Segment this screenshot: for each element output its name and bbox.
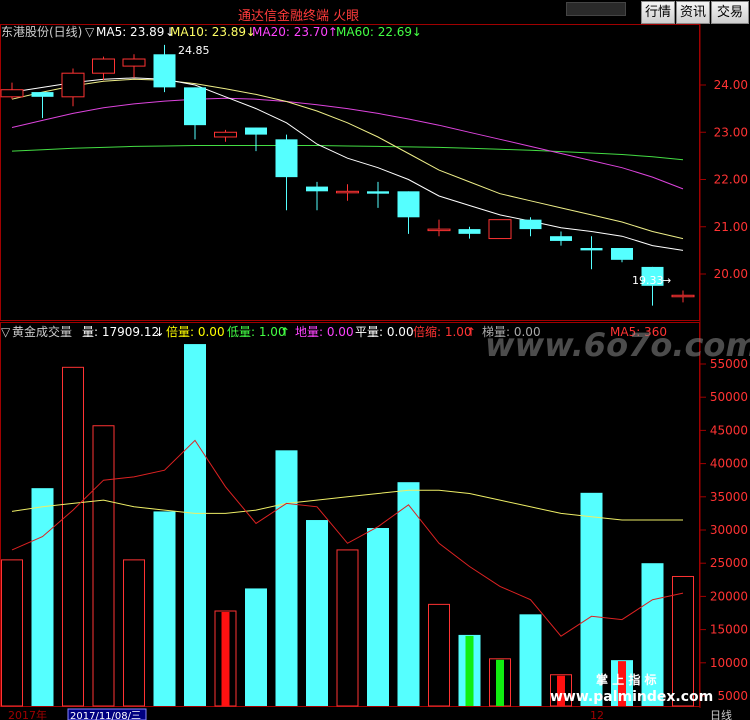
volume-indicator-name: 黄金成交量 bbox=[12, 324, 72, 339]
volume-tick-label: 50000 bbox=[710, 390, 748, 404]
candlestick bbox=[580, 236, 603, 270]
period-label[interactable]: 日线 bbox=[710, 708, 732, 720]
ma20-line bbox=[11, 97, 684, 190]
price-tick-label: 23.00 bbox=[714, 125, 748, 139]
volume-bar bbox=[519, 614, 542, 706]
price-axis: 24.00 23.00 22.00 21.00 20.00 bbox=[700, 78, 748, 281]
trend-arrow-icon: ↓ bbox=[412, 25, 422, 39]
candlestick bbox=[214, 129, 237, 142]
volume-bar bbox=[428, 603, 450, 707]
candlestick bbox=[488, 219, 512, 240]
ma60-line bbox=[11, 145, 684, 161]
trend-arrow-icon: ↑ bbox=[466, 325, 476, 339]
volume-indicator-label: 低量: 1.00 bbox=[227, 325, 286, 339]
low-price-label: 19.33 bbox=[632, 274, 664, 287]
volume-bar bbox=[1, 559, 23, 707]
price-tick-label: 22.00 bbox=[714, 173, 748, 187]
candlestick bbox=[306, 181, 328, 211]
candlestick bbox=[61, 68, 85, 107]
candlestick bbox=[31, 92, 54, 119]
watermark-bottom-url: www.palmindex.com bbox=[550, 689, 713, 705]
cursor-date: 2017/11/08/三 bbox=[70, 711, 141, 720]
price-indicators: MA5: 23.89 ↓MA10: 23.89 ↓MA20: 23.70 ↑MA60:… bbox=[96, 25, 422, 39]
candlesticks bbox=[0, 44, 695, 306]
volume-bar bbox=[336, 549, 359, 707]
watermark-bottom-cn: 掌 上 指 标 bbox=[596, 672, 657, 687]
candlestick bbox=[92, 56, 115, 81]
volume-bar bbox=[123, 559, 145, 707]
ma-selector-icon[interactable]: ▽ bbox=[85, 25, 95, 39]
volume-tick-label: 25000 bbox=[710, 556, 748, 570]
trend-arrow-icon: ↑ bbox=[280, 325, 290, 339]
candlestick bbox=[122, 54, 146, 78]
volume-bars bbox=[1, 344, 694, 707]
watermark-center: www.6o7o.com bbox=[485, 326, 750, 364]
volume-bar bbox=[245, 588, 267, 706]
volume-bar bbox=[62, 366, 84, 707]
price-indicator-label: MA10: 23.89 bbox=[170, 25, 246, 39]
volume-tick-label: 30000 bbox=[710, 523, 748, 537]
volume-tick-label: 5000 bbox=[717, 689, 748, 703]
volume-bar bbox=[306, 520, 328, 706]
bottom-month: 12 bbox=[590, 709, 604, 720]
volume-selector-icon[interactable]: ▽ bbox=[1, 325, 11, 339]
price-indicator-label: MA5: 23.89 bbox=[96, 25, 164, 39]
volume-bar bbox=[275, 450, 298, 706]
candlestick bbox=[458, 226, 481, 239]
volume-indicator-label: 倍量: 0.00 bbox=[166, 324, 225, 339]
candlestick bbox=[245, 127, 267, 152]
volume-tick-label: 15000 bbox=[710, 623, 748, 637]
volume-bar bbox=[458, 634, 481, 706]
volume-tick-label: 40000 bbox=[710, 457, 748, 471]
volume-bar bbox=[489, 658, 511, 707]
stock-chart[interactable]: 24.0023.0022.0021.0020.00 55000500004500… bbox=[0, 0, 750, 720]
candlestick bbox=[519, 217, 542, 237]
price-tick-label: 20.00 bbox=[714, 267, 748, 281]
candlestick bbox=[367, 181, 389, 208]
candlestick bbox=[184, 87, 206, 140]
high-price-label: 24.85 bbox=[178, 44, 210, 57]
volume-indicator-label: 平量: 0.00 bbox=[355, 325, 414, 339]
price-indicator-label: MA20: 23.70 bbox=[252, 25, 328, 39]
candlestick bbox=[671, 290, 695, 303]
moving-average-lines bbox=[11, 77, 684, 251]
candlestick bbox=[275, 134, 298, 211]
price-tick-label: 24.00 bbox=[714, 78, 748, 92]
ma5-line bbox=[11, 77, 684, 251]
volume-bar bbox=[214, 610, 237, 707]
volume-bar bbox=[184, 344, 206, 706]
volume-indicator-label: 量: 17909.12 bbox=[82, 325, 159, 339]
volume-indicator-label: 倍缩: 1.00 bbox=[413, 324, 472, 339]
volume-bar bbox=[672, 575, 694, 707]
candlestick bbox=[611, 248, 633, 263]
candlestick bbox=[550, 231, 572, 246]
volume-tick-label: 20000 bbox=[710, 589, 748, 603]
volume-bar bbox=[153, 511, 176, 706]
volume-bar bbox=[31, 488, 54, 706]
volume-bar bbox=[367, 528, 389, 706]
volume-tick-label: 10000 bbox=[710, 656, 748, 670]
volume-bar bbox=[397, 482, 420, 706]
volume-bar bbox=[92, 425, 115, 707]
volume-tick-label: 35000 bbox=[710, 490, 748, 504]
candlestick bbox=[397, 191, 420, 234]
bottom-year: 2017年 bbox=[8, 708, 47, 720]
trend-arrow-icon: ↓ bbox=[155, 325, 165, 339]
candlestick bbox=[153, 44, 176, 93]
volume-indicator-label: 地量: 0.00 bbox=[295, 325, 354, 339]
price-indicator-label: MA60: 22.69 bbox=[336, 25, 412, 39]
price-tick-label: 21.00 bbox=[714, 220, 748, 234]
stock-name: 东港股份(日线) bbox=[1, 25, 82, 39]
candlestick bbox=[336, 184, 359, 201]
candlestick bbox=[0, 82, 24, 100]
volume-axis: 5500050000450004000035000300002500020000… bbox=[700, 357, 748, 703]
volume-tick-label: 45000 bbox=[710, 423, 748, 437]
candlestick bbox=[427, 219, 451, 237]
low-arrow-icon: → bbox=[662, 274, 671, 287]
